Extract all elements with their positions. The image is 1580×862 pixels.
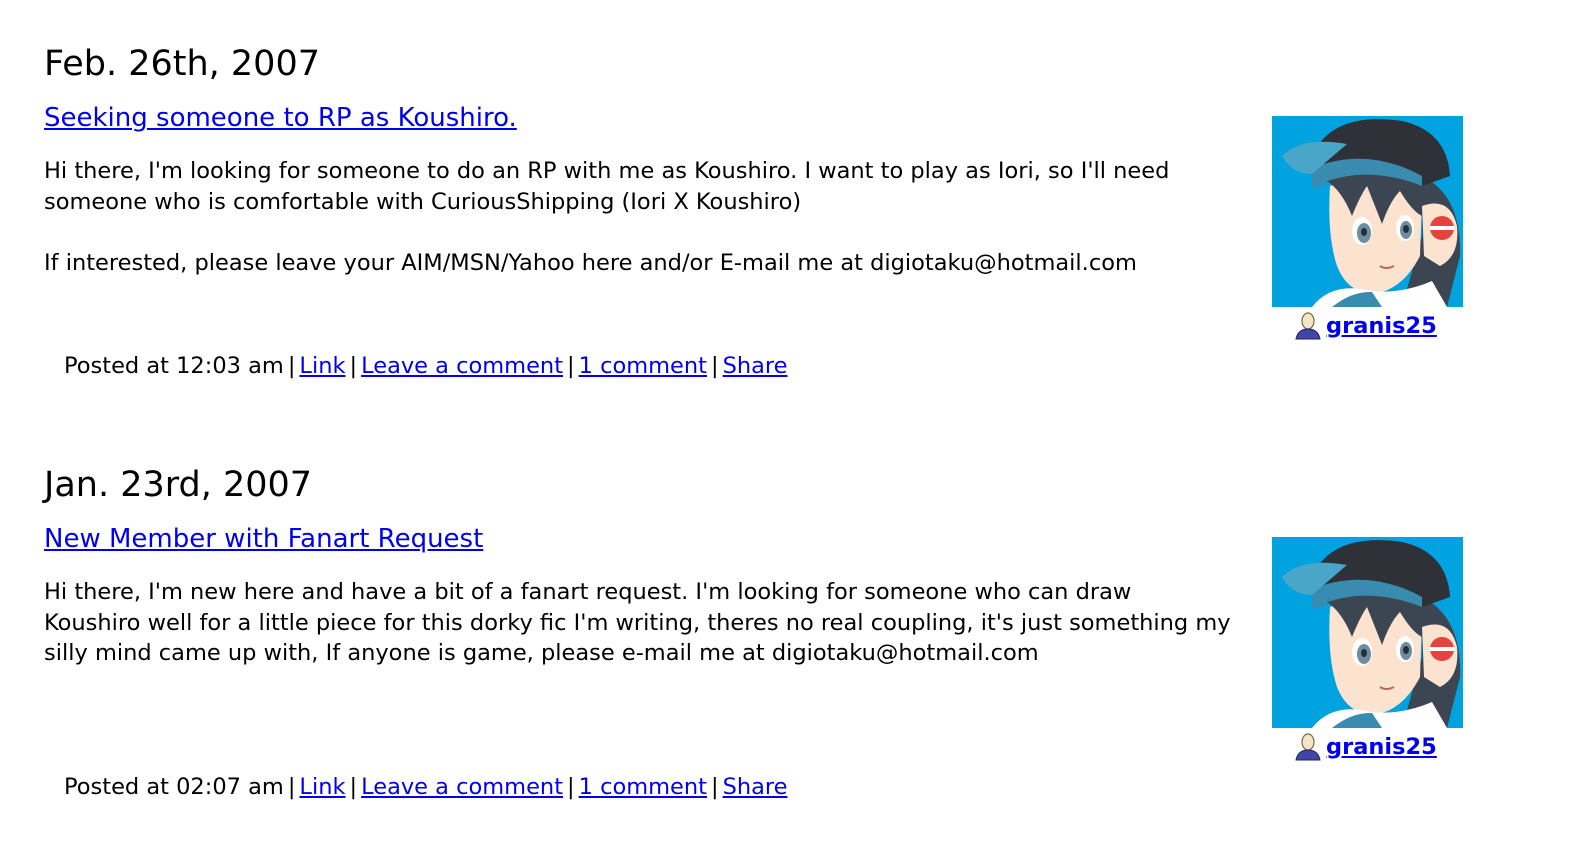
- comments-link[interactable]: 1 comment: [579, 774, 707, 800]
- entry-subject-link[interactable]: Seeking someone to RP as Koushiro.: [44, 102, 517, 134]
- share-link[interactable]: Share: [723, 774, 788, 800]
- userpic-block: granis25: [1272, 537, 1464, 728]
- entry-footer: Posted at 02:07 am | Link | Leave a comment |…: [64, 772, 788, 802]
- link-permalink[interactable]: Link: [299, 774, 345, 800]
- separator: |: [349, 353, 358, 379]
- entry-paragraph: Hi there, I'm looking for someone to do …: [44, 158, 1170, 215]
- userpic-avatar[interactable]: [1272, 116, 1463, 307]
- separator: |: [567, 353, 575, 379]
- entry-footer: Posted at 12:03 am | Link | Leave a comment |…: [64, 351, 788, 381]
- share-link[interactable]: Share: [723, 353, 788, 379]
- comments-link[interactable]: 1 comment: [579, 353, 707, 379]
- entry-date: Feb. 26th, 2007: [44, 44, 320, 84]
- posted-time: Posted at 02:07 am: [64, 774, 284, 800]
- separator: |: [710, 774, 719, 800]
- userpic-avatar[interactable]: [1272, 537, 1463, 728]
- username-link[interactable]: granis25: [1292, 733, 1437, 761]
- separator: |: [287, 353, 296, 379]
- separator: |: [287, 774, 296, 800]
- separator: |: [567, 774, 575, 800]
- entry-paragraph: If interested, please leave your AIM/MSN…: [44, 249, 1137, 276]
- username: granis25: [1326, 313, 1437, 339]
- entry-paragraph: Hi there, I'm new here and have a bit of…: [44, 579, 1231, 666]
- journal-entry: Jan. 23rd, 2007 New Member with Fanart R…: [44, 465, 1484, 815]
- posted-time: Posted at 12:03 am: [64, 353, 284, 379]
- userpic-block: granis25: [1272, 116, 1464, 307]
- journal-entry: Feb. 26th, 2007 Seeking someone to RP as…: [44, 44, 1484, 394]
- username: granis25: [1326, 734, 1437, 760]
- entry-body: Hi there, I'm looking for someone to do …: [44, 156, 1234, 278]
- leave-comment-link[interactable]: Leave a comment: [361, 353, 563, 379]
- separator: |: [349, 774, 358, 800]
- entry-date: Jan. 23rd, 2007: [44, 465, 313, 505]
- entry-body: Hi there, I'm new here and have a bit of…: [44, 577, 1234, 669]
- user-head-icon: [1292, 733, 1324, 761]
- username-link[interactable]: granis25: [1292, 312, 1437, 340]
- link-permalink[interactable]: Link: [299, 353, 345, 379]
- user-head-icon: [1292, 312, 1324, 340]
- entry-subject-link[interactable]: New Member with Fanart Request: [44, 523, 483, 555]
- separator: |: [710, 353, 719, 379]
- leave-comment-link[interactable]: Leave a comment: [361, 774, 563, 800]
